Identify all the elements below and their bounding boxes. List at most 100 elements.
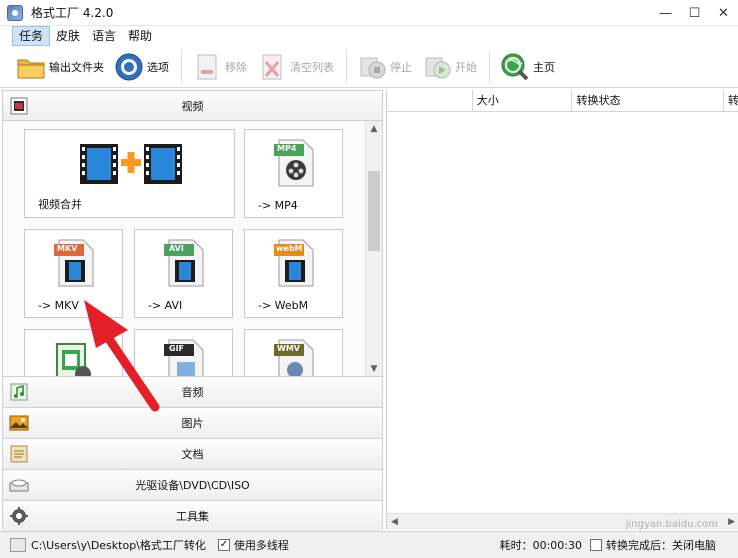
home-globe-icon xyxy=(500,52,530,82)
toolbar: 输出文件夹 选项 移除 清空列表 停止 开始 主页 xyxy=(0,46,738,88)
video-image-icon xyxy=(53,340,97,376)
category-image-label: 图片 xyxy=(181,417,204,430)
column-output[interactable]: 转 xyxy=(724,90,738,112)
category-tools-label: 工具集 xyxy=(176,510,209,523)
tile-mkv-label: -> MKV xyxy=(38,299,79,312)
category-document-label: 文档 xyxy=(181,448,204,461)
options-button[interactable]: 选项 xyxy=(110,49,173,85)
clear-list-label: 清空列表 xyxy=(290,60,334,74)
output-path[interactable]: C:\Users\y\Desktop\格式工厂转化 xyxy=(31,537,206,553)
task-list-header: 大小 转换状态 转 xyxy=(387,90,738,112)
tile-webm[interactable]: webM -> WebM xyxy=(244,229,343,318)
remove-label: 移除 xyxy=(225,60,247,74)
after-done-label: 转换完成后：关闭电脑 xyxy=(606,539,716,552)
after-done-checkbox[interactable] xyxy=(590,539,602,551)
elapsed-time: 耗时：00:00:30 xyxy=(499,539,582,552)
mkv-badge: MKV xyxy=(57,244,78,253)
stop-label: 停止 xyxy=(390,60,412,74)
output-path-icon xyxy=(10,538,26,552)
video-merge-icon xyxy=(80,142,184,189)
category-video[interactable]: 视频 xyxy=(3,91,382,121)
multithread-label: 使用多线程 xyxy=(233,539,289,552)
stop-button[interactable]: 停止 xyxy=(353,49,416,85)
webm-badge: webM xyxy=(276,244,303,253)
scroll-right-icon[interactable]: ▶ xyxy=(728,517,735,527)
menu-skin[interactable]: 皮肤 xyxy=(50,26,86,46)
output-folder-label: 输出文件夹 xyxy=(49,60,104,74)
start-label: 开始 xyxy=(455,60,477,74)
category-image[interactable]: 图片 xyxy=(3,408,382,439)
remove-button[interactable]: 移除 xyxy=(188,49,251,85)
watermark: jingyan.baidu.com xyxy=(625,519,718,530)
tiles-scrollbar[interactable]: ▲ ▼ xyxy=(365,121,382,376)
column-size[interactable]: 大小 xyxy=(473,90,573,112)
folder-icon xyxy=(16,52,46,82)
mp4-badge: MP4 xyxy=(277,144,297,153)
tile-avi[interactable]: AVI -> AVI xyxy=(134,229,233,318)
column-status[interactable]: 转换状态 xyxy=(572,90,724,112)
tile-wmv[interactable]: WMV xyxy=(244,329,343,376)
remove-icon xyxy=(192,52,222,82)
gif-badge: GIF xyxy=(169,344,185,353)
toolbar-separator xyxy=(489,50,490,83)
tools-gear-icon xyxy=(9,506,29,526)
video-tiles-area: 视频合并 MP4 -> MP4 MKV -> MKV AVI -> AVI we… xyxy=(3,121,382,377)
tile-mkv[interactable]: MKV -> MKV xyxy=(24,229,123,318)
mp4-file-icon: MP4 xyxy=(273,138,317,191)
category-audio[interactable]: 音频 xyxy=(3,377,382,408)
menu-language[interactable]: 语言 xyxy=(86,26,122,46)
app-icon xyxy=(7,4,23,21)
tile-video-to-gif[interactable] xyxy=(24,329,123,376)
clear-list-button[interactable]: 清空列表 xyxy=(253,49,338,85)
close-button[interactable]: ✕ xyxy=(709,0,738,26)
scroll-up-icon[interactable]: ▲ xyxy=(366,121,382,137)
wmv-file-icon: WMV xyxy=(273,338,317,376)
tile-video-merge[interactable]: 视频合并 xyxy=(24,129,235,218)
scroll-thumb[interactable] xyxy=(368,171,380,251)
toolbar-separator xyxy=(181,50,182,83)
tile-video-merge-label: 视频合并 xyxy=(38,198,82,211)
window-title: 格式工厂 4.2.0 xyxy=(31,6,114,20)
task-list-panel: 大小 转换状态 转 ◀ ▶ xyxy=(386,90,738,530)
minimize-button[interactable]: — xyxy=(651,0,680,26)
tile-webm-label: -> WebM xyxy=(258,299,309,312)
avi-file-icon: AVI xyxy=(163,238,207,291)
tile-gif[interactable]: GIF xyxy=(134,329,233,376)
scroll-down-icon[interactable]: ▼ xyxy=(366,361,382,376)
menu-bar: 任务 皮肤 语言 帮助 xyxy=(0,26,738,46)
avi-badge: AVI xyxy=(169,244,184,253)
column-source[interactable] xyxy=(387,90,473,112)
options-gear-icon xyxy=(114,52,144,82)
home-button[interactable]: 主页 xyxy=(496,49,559,85)
menu-task[interactable]: 任务 xyxy=(12,26,51,46)
status-bar: C:\Users\y\Desktop\格式工厂转化 ✓ 使用多线程 耗时：00:… xyxy=(0,531,738,558)
tile-mp4[interactable]: MP4 -> MP4 xyxy=(244,129,343,218)
clear-list-icon xyxy=(257,52,287,82)
tile-mp4-label: -> MP4 xyxy=(258,199,298,212)
category-tools[interactable]: 工具集 xyxy=(3,501,382,531)
category-audio-label: 音频 xyxy=(181,386,204,399)
category-document[interactable]: 文档 xyxy=(3,439,382,470)
maximize-button[interactable]: ☐ xyxy=(680,0,709,26)
stop-icon xyxy=(357,52,387,82)
category-optical-label: 光驱设备\DVD\CD\ISO xyxy=(135,479,250,492)
audio-category-icon xyxy=(9,382,29,402)
webm-file-icon: webM xyxy=(273,238,317,291)
start-icon xyxy=(422,52,452,82)
document-category-icon xyxy=(9,444,29,464)
multithread-checkbox[interactable]: ✓ xyxy=(217,539,230,551)
title-bar: 格式工厂 4.2.0 — ☐ ✕ xyxy=(0,0,738,26)
category-panel: 视频 视频合并 MP4 -> MP4 MKV -> MKV AVI -> AVI… xyxy=(2,90,383,531)
scroll-left-icon[interactable]: ◀ xyxy=(391,517,398,527)
menu-help[interactable]: 帮助 xyxy=(122,26,158,46)
video-category-icon xyxy=(9,96,29,116)
image-category-icon xyxy=(9,413,29,433)
toolbar-separator xyxy=(346,50,347,83)
disc-drive-icon xyxy=(9,475,29,495)
window-controls: — ☐ ✕ xyxy=(651,0,738,26)
start-button[interactable]: 开始 xyxy=(418,49,481,85)
output-folder-button[interactable]: 输出文件夹 xyxy=(12,49,108,85)
options-label: 选项 xyxy=(147,60,169,74)
wmv-badge: WMV xyxy=(277,344,300,353)
category-optical[interactable]: 光驱设备\DVD\CD\ISO xyxy=(3,470,382,501)
